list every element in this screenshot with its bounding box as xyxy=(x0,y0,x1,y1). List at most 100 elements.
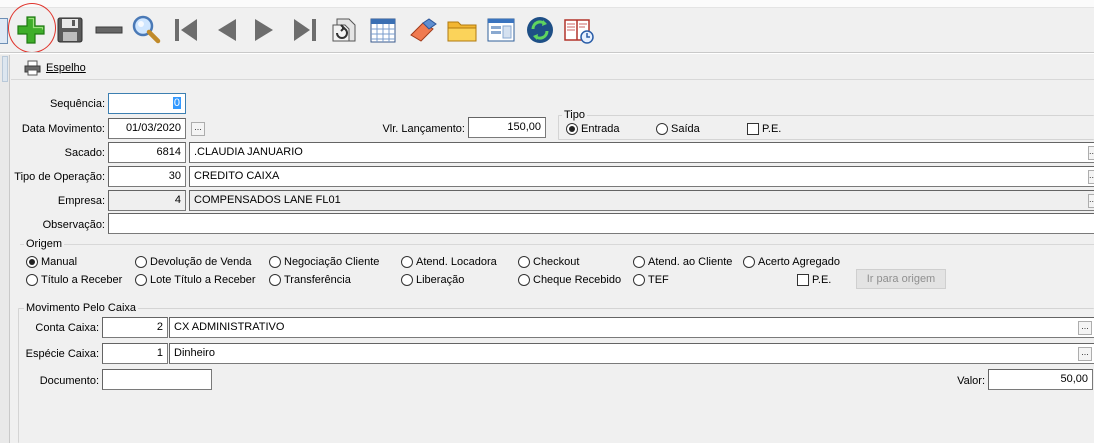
tipo-entrada-label: Entrada xyxy=(581,123,620,135)
empresa-code-field[interactable]: 4 xyxy=(108,190,186,211)
ir-para-origem-button[interactable]: Ir para origem xyxy=(856,269,946,289)
conta-caixa-code-field[interactable]: 2 xyxy=(102,317,168,338)
origem-atend-cliente-radio[interactable]: Atend. ao Cliente xyxy=(633,255,732,269)
data-movimento-label: Data Movimento: xyxy=(21,123,105,135)
first-icon xyxy=(175,19,197,41)
sacado-name-field[interactable]: .CLAUDIA JANUARIO xyxy=(189,142,1094,163)
observacao-field[interactable] xyxy=(108,213,1094,234)
tipo-group xyxy=(558,115,1094,140)
valor-field[interactable]: 50,00 xyxy=(988,369,1093,390)
next-button[interactable] xyxy=(247,10,283,50)
data-movimento-picker-button[interactable]: ... xyxy=(191,122,205,136)
calendar-button[interactable] xyxy=(365,10,401,50)
origem-lote-label: Lote Título a Receber xyxy=(150,274,256,286)
origem-transferencia-dot xyxy=(269,274,281,286)
tipo-operacao-lookup-button[interactable]: ... xyxy=(1088,170,1094,184)
origem-atend-cliente-dot xyxy=(633,256,645,268)
especie-caixa-lookup-button[interactable]: ... xyxy=(1078,347,1092,361)
origem-pe-label: P.E. xyxy=(812,274,832,286)
left-side-bar xyxy=(0,55,10,443)
origem-acerto-dot xyxy=(743,256,755,268)
origem-tef-dot xyxy=(633,274,645,286)
conta-caixa-lookup-button[interactable]: ... xyxy=(1078,321,1092,335)
window-icon xyxy=(487,18,515,42)
origem-tef-label: TEF xyxy=(648,274,669,286)
origem-liberacao-radio[interactable]: Liberação xyxy=(401,273,464,287)
origem-manual-radio[interactable]: Manual xyxy=(26,255,77,269)
sync-button[interactable] xyxy=(522,10,558,50)
save-icon xyxy=(57,17,83,43)
delete-icon xyxy=(95,26,123,34)
sacado-label: Sacado: xyxy=(64,147,105,159)
previous-button[interactable] xyxy=(208,10,244,50)
partial-icon[interactable] xyxy=(0,18,8,44)
last-icon xyxy=(294,19,316,41)
last-button[interactable] xyxy=(287,10,323,50)
sacado-lookup-button[interactable]: ... xyxy=(1088,146,1094,160)
tipo-entrada-radio[interactable]: Entrada xyxy=(566,122,620,136)
especie-caixa-name-field[interactable]: Dinheiro xyxy=(169,343,1094,364)
search-button[interactable] xyxy=(128,10,164,50)
tipo-pe-label: P.E. xyxy=(762,123,782,135)
origem-tef-radio[interactable]: TEF xyxy=(633,273,669,287)
delete-button[interactable] xyxy=(91,10,127,50)
origem-titulo-radio[interactable]: Título a Receber xyxy=(26,273,122,287)
left-side-tab[interactable] xyxy=(2,56,8,82)
folder-icon xyxy=(447,21,477,42)
sacado-code-field[interactable]: 6814 xyxy=(108,142,186,163)
origem-checkout-dot xyxy=(518,256,530,268)
origem-devolucao-radio[interactable]: Devolução de Venda xyxy=(135,255,252,269)
tipo-operacao-name-field[interactable]: CREDITO CAIXA xyxy=(189,166,1094,187)
tipo-operacao-code-field[interactable]: 30 xyxy=(108,166,186,187)
documento-field[interactable] xyxy=(102,369,212,390)
tipo-title: Tipo xyxy=(562,109,587,121)
tipo-saida-dot xyxy=(656,123,668,135)
espelho-bar xyxy=(11,56,1094,80)
folder-button[interactable] xyxy=(444,10,480,50)
origem-atend-cliente-label: Atend. ao Cliente xyxy=(648,256,733,268)
tipo-saida-radio[interactable]: Saída xyxy=(656,122,700,136)
report-button[interactable] xyxy=(561,10,597,50)
origem-titulo-label: Título a Receber xyxy=(41,274,123,286)
save-button[interactable] xyxy=(52,10,88,50)
toolbar-separator xyxy=(0,52,1094,54)
clear-button[interactable] xyxy=(405,10,441,50)
window-button[interactable] xyxy=(483,10,519,50)
origem-acerto-radio[interactable]: Acerto Agregado xyxy=(743,255,840,269)
refresh-button[interactable] xyxy=(326,10,362,50)
tipo-saida-label: Saída xyxy=(671,123,700,135)
origem-transferencia-radio[interactable]: Transferência xyxy=(269,273,351,287)
origem-lote-dot xyxy=(135,274,147,286)
origem-lote-radio[interactable]: Lote Título a Receber xyxy=(135,273,256,287)
empresa-lookup-button[interactable]: ... xyxy=(1088,194,1094,208)
especie-caixa-code-field[interactable]: 1 xyxy=(102,343,168,364)
origem-locadora-radio[interactable]: Atend. Locadora xyxy=(401,255,497,269)
origem-checkout-radio[interactable]: Checkout xyxy=(518,255,579,269)
conta-caixa-name-field[interactable]: CX ADMINISTRATIVO xyxy=(169,317,1094,338)
tipo-pe-box xyxy=(747,123,759,135)
origem-devolucao-label: Devolução de Venda xyxy=(150,256,252,268)
sequencia-field[interactable]: 0 xyxy=(108,93,186,114)
sequencia-value: 0 xyxy=(172,97,181,109)
valor-label: Valor: xyxy=(957,375,985,387)
first-button[interactable] xyxy=(168,10,204,50)
data-movimento-field[interactable]: 01/03/2020 xyxy=(108,118,186,139)
next-icon xyxy=(255,19,273,41)
espelho-button[interactable]: Espelho xyxy=(24,58,86,78)
tipo-pe-checkbox[interactable]: P.E. xyxy=(747,122,781,136)
origem-acerto-label: Acerto Agregado xyxy=(758,256,840,268)
origem-cheque-label: Cheque Recebido xyxy=(533,274,622,286)
origem-pe-checkbox[interactable]: P.E. xyxy=(797,273,831,287)
origem-liberacao-label: Liberação xyxy=(416,274,465,286)
vlr-lancamento-field[interactable]: 150,00 xyxy=(468,117,546,138)
refresh-icon xyxy=(332,18,356,42)
origem-transferencia-label: Transferência xyxy=(284,274,351,286)
origem-checkout-label: Checkout xyxy=(533,256,580,268)
search-icon xyxy=(132,15,161,44)
empresa-name-field[interactable]: COMPENSADOS LANE FL01 xyxy=(189,190,1094,211)
origem-cheque-radio[interactable]: Cheque Recebido xyxy=(518,273,621,287)
origem-titulo-dot xyxy=(26,274,38,286)
origem-negociacao-radio[interactable]: Negociação Cliente xyxy=(269,255,379,269)
calendar-icon xyxy=(370,18,396,43)
highlight-circle xyxy=(8,3,56,53)
